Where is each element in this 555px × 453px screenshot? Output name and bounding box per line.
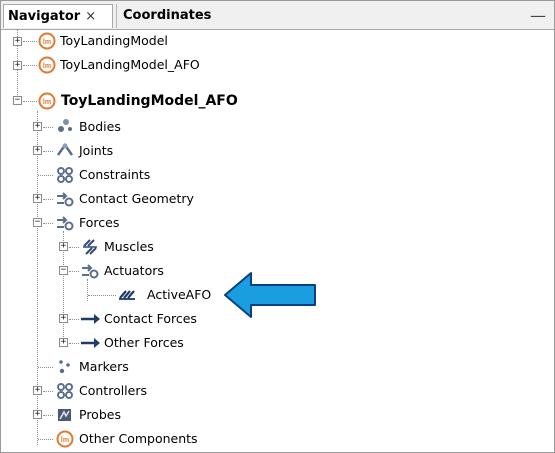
expand-icon[interactable]: + xyxy=(33,386,42,395)
tree-label: Joints xyxy=(79,143,114,158)
svg-text:lm: lm xyxy=(43,39,51,46)
constraints-icon xyxy=(57,167,73,183)
tree-connector xyxy=(23,41,37,42)
tree-row-markers[interactable]: Markers xyxy=(1,355,554,379)
tree-label: Constraints xyxy=(79,167,151,182)
tab-navigator[interactable]: Navigator × xyxy=(3,4,113,28)
tree-connector xyxy=(88,295,116,296)
tree-connector xyxy=(38,367,53,368)
contact-geometry-icon xyxy=(57,192,74,207)
tree-connector xyxy=(43,127,53,128)
expand-icon[interactable]: + xyxy=(33,194,42,203)
actuators-icon xyxy=(82,264,99,279)
tree-label: ToyLandingModel_AFO xyxy=(60,57,200,72)
tree-connector xyxy=(43,391,53,392)
tree-connector xyxy=(43,223,53,224)
tab-coordinates[interactable]: Coordinates xyxy=(116,4,236,28)
tree-connector xyxy=(69,343,79,344)
tree-row-contact-geometry[interactable]: + Contact Geometry xyxy=(1,187,554,211)
tree-label-current-model: ToyLandingModel_AFO xyxy=(61,93,238,109)
tab-bar: Navigator × Coordinates — xyxy=(1,1,554,30)
tree-label: Probes xyxy=(79,407,121,422)
tree-row-forces[interactable]: − Forces xyxy=(1,211,554,235)
tree-row-model-current[interactable]: − lm ToyLandingModel_AFO xyxy=(1,89,554,113)
tree-row-muscles[interactable]: + Muscles xyxy=(1,235,554,259)
tree-connector xyxy=(69,319,79,320)
tree-label: Other Components xyxy=(79,431,198,446)
actuator-icon xyxy=(119,290,135,300)
other-components-icon: lm xyxy=(56,430,74,448)
tree-connector xyxy=(38,175,53,176)
tree-connector xyxy=(23,65,37,66)
muscles-icon xyxy=(83,239,97,255)
arrow-right-icon xyxy=(81,314,100,324)
close-icon[interactable]: × xyxy=(85,9,96,24)
tree-connector xyxy=(43,415,53,416)
tree-label: Bodies xyxy=(79,119,121,134)
expand-icon[interactable]: + xyxy=(59,242,68,251)
expand-icon[interactable]: + xyxy=(13,37,22,46)
joints-icon xyxy=(56,142,74,156)
collapse-icon[interactable]: − xyxy=(13,96,22,105)
collapse-icon[interactable]: − xyxy=(59,266,68,275)
tree-label: Contact Forces xyxy=(104,311,197,326)
collapse-icon[interactable]: − xyxy=(33,218,42,227)
navigator-panel: Navigator × Coordinates — + lm ToyLanding… xyxy=(0,0,555,453)
tree-row-joints[interactable]: + Joints xyxy=(1,139,554,163)
tree-connector xyxy=(23,101,37,102)
tree-label: Muscles xyxy=(104,239,154,254)
tab-navigator-label: Navigator xyxy=(8,9,81,24)
tab-coordinates-label: Coordinates xyxy=(123,8,212,23)
svg-text:lm: lm xyxy=(43,63,51,70)
tree-row-probes[interactable]: + Probes xyxy=(1,403,554,427)
tree-connector xyxy=(69,247,79,248)
annotation-arrow-left-icon xyxy=(224,272,316,318)
model-icon: lm xyxy=(38,56,56,74)
probes-icon xyxy=(58,409,71,421)
tree-label: ActiveAFO xyxy=(147,287,212,302)
tree-label: Forces xyxy=(79,215,120,230)
model-icon: lm xyxy=(38,92,56,110)
svg-text:lm: lm xyxy=(43,99,51,106)
expand-icon[interactable]: + xyxy=(33,122,42,131)
expand-icon[interactable]: + xyxy=(59,314,68,323)
tree-connector xyxy=(43,151,53,152)
tree-row-controllers[interactable]: + Controllers xyxy=(1,379,554,403)
bodies-icon xyxy=(58,119,72,132)
expand-icon[interactable]: + xyxy=(33,146,42,155)
tree-label: Contact Geometry xyxy=(79,191,194,206)
tree-row-constraints[interactable]: Constraints xyxy=(1,163,554,187)
controllers-icon xyxy=(57,383,73,399)
expand-icon[interactable]: + xyxy=(59,338,68,347)
arrow-right-icon xyxy=(81,338,100,348)
tree-connector xyxy=(69,271,79,272)
navigator-tree: + lm ToyLandingModel + lm ToyLandingMode… xyxy=(1,29,554,452)
markers-icon xyxy=(59,360,70,374)
tree-label: Controllers xyxy=(79,383,147,398)
tree-label: Markers xyxy=(79,359,129,374)
model-icon: lm xyxy=(38,32,56,50)
tree-row-model-2[interactable]: + lm ToyLandingModel_AFO xyxy=(1,56,554,89)
tree-label: Actuators xyxy=(104,263,164,278)
expand-icon[interactable]: + xyxy=(13,61,22,70)
tree-row-other-forces[interactable]: + Other Forces xyxy=(1,331,554,355)
tree-row-bodies[interactable]: + Bodies xyxy=(1,115,554,139)
tree-connector xyxy=(43,199,53,200)
forces-icon xyxy=(57,216,74,231)
minimize-icon[interactable]: — xyxy=(530,4,546,28)
tree-label: Other Forces xyxy=(104,335,184,350)
expand-icon[interactable]: + xyxy=(33,410,42,419)
tree-label: ToyLandingModel xyxy=(60,33,168,48)
tree-connector xyxy=(38,439,53,440)
svg-text:lm: lm xyxy=(61,437,69,444)
tree-row-other-components[interactable]: lm Other Components xyxy=(1,427,554,451)
